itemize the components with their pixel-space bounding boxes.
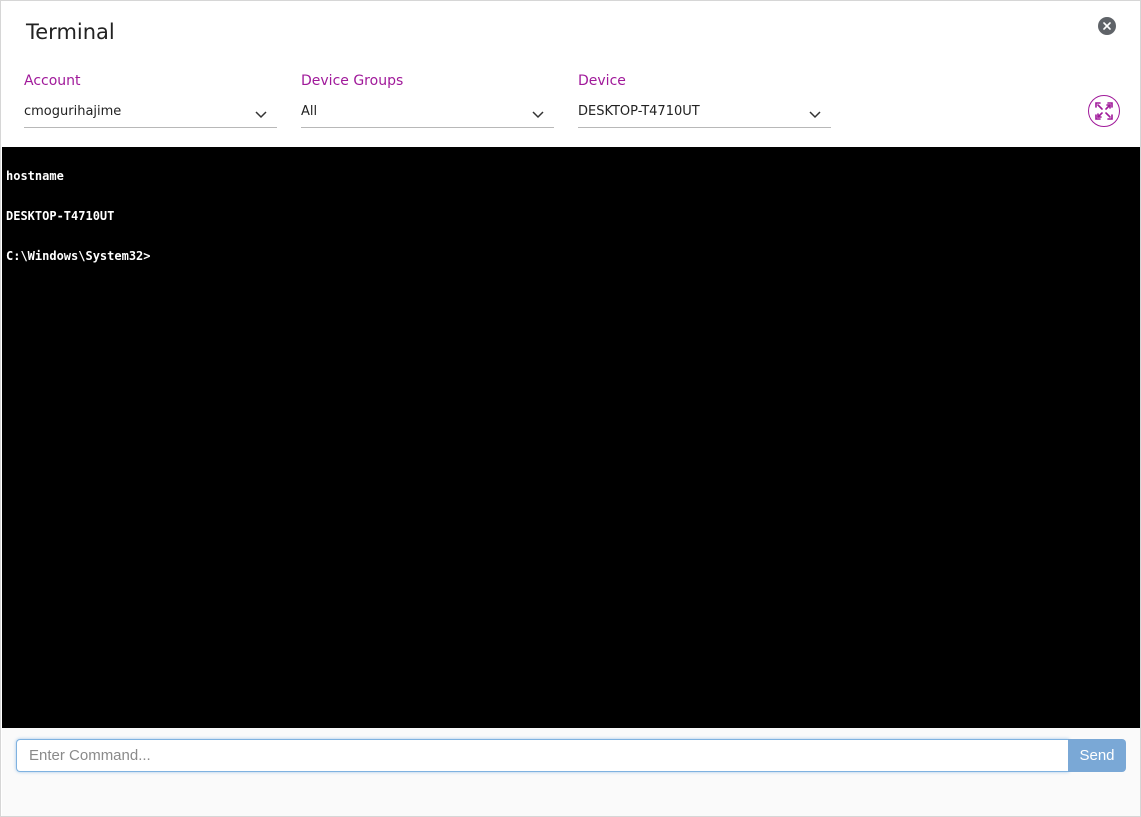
device-label: Device: [578, 73, 626, 89]
device-value: DESKTOP-T4710UT: [578, 104, 700, 119]
terminal-output[interactable]: hostname DESKTOP-T4710UT C:\Windows\Syst…: [2, 147, 1140, 728]
chevron-down-icon: [255, 111, 267, 119]
expand-button[interactable]: [1088, 95, 1120, 127]
command-bar: Send: [2, 728, 1140, 816]
account-label: Account: [24, 73, 81, 89]
send-button[interactable]: Send: [1068, 739, 1126, 772]
terminal-modal: Terminal Account cmogurihajime Device Gr…: [0, 0, 1141, 817]
device-select[interactable]: DESKTOP-T4710UT: [578, 100, 831, 128]
chevron-down-icon: [809, 111, 821, 119]
expand-icon: [1095, 102, 1113, 120]
terminal-prompt: C:\Windows\System32>: [6, 249, 151, 263]
close-button[interactable]: [1098, 17, 1116, 35]
terminal-line: hostname: [6, 169, 64, 183]
account-select[interactable]: cmogurihajime: [24, 100, 277, 128]
device-field: Device DESKTOP-T4710UT: [578, 73, 831, 129]
terminal-line: DESKTOP-T4710UT: [6, 209, 115, 223]
command-input[interactable]: [16, 739, 1069, 772]
close-icon: [1103, 22, 1111, 30]
device-groups-select[interactable]: All: [301, 100, 554, 128]
modal-title: Terminal: [26, 20, 115, 44]
account-value: cmogurihajime: [24, 104, 122, 119]
device-groups-label: Device Groups: [301, 73, 404, 89]
device-groups-value: All: [301, 104, 318, 119]
device-groups-field: Device Groups All: [301, 73, 554, 129]
account-field: Account cmogurihajime: [24, 73, 277, 129]
chevron-down-icon: [532, 111, 544, 119]
